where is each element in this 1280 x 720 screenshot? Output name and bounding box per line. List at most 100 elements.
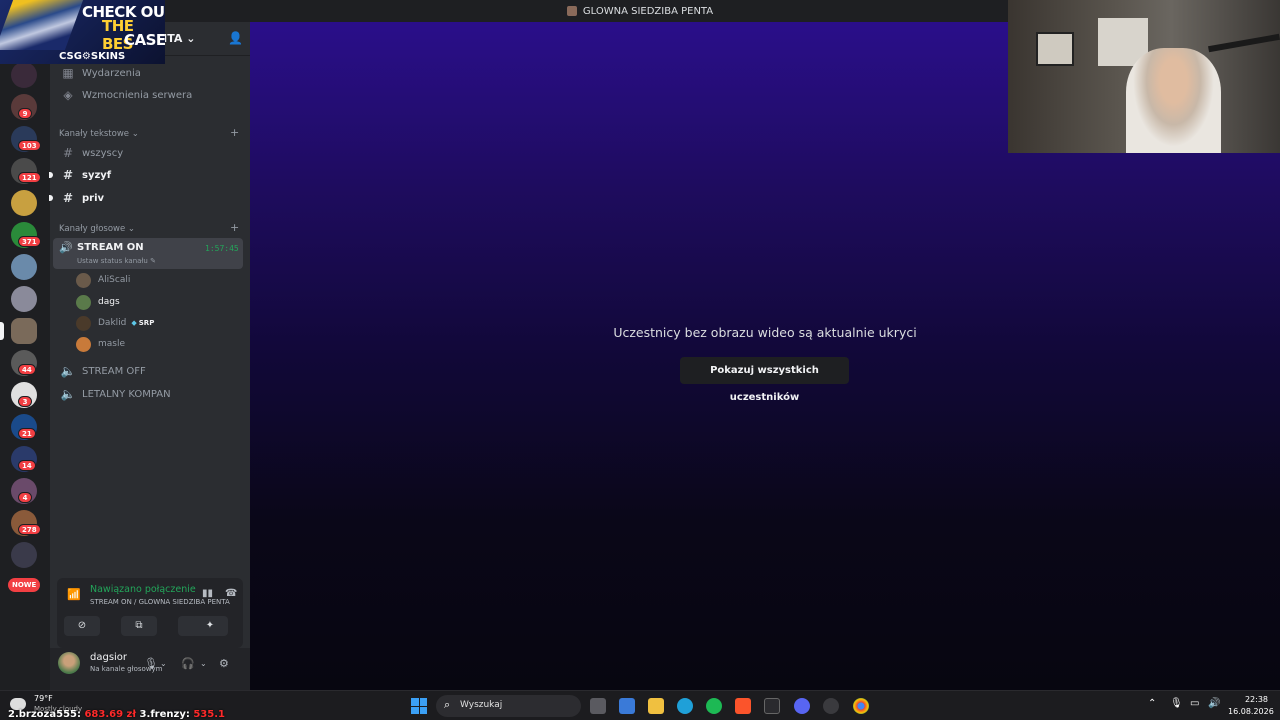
camera-off-button[interactable]: ⊘ (64, 616, 100, 636)
server-icon[interactable] (11, 254, 37, 280)
selected-server-pill (0, 322, 4, 340)
connection-status: Nawiązano połączenie (90, 584, 196, 595)
search-icon: ⌕ (444, 698, 451, 711)
add-voice-channel-button[interactable]: + (230, 221, 239, 234)
role-tag: ◆ SRP (131, 319, 155, 327)
streamer (1126, 48, 1221, 153)
voice-channels-category[interactable]: Kanały głosowe ⌄ (59, 224, 135, 234)
soundboard-button[interactable]: ✦ (192, 616, 228, 636)
volume-icon[interactable]: 🔊 (1208, 698, 1220, 709)
user-avatar[interactable] (58, 652, 80, 674)
voice-member[interactable]: masle (76, 334, 125, 354)
set-channel-status[interactable]: Ustaw status kanału ✎ (77, 257, 156, 265)
knife-graphic (0, 0, 84, 50)
channel-syzyf[interactable]: # syzyf (49, 164, 244, 186)
channel-priv[interactable]: # priv (49, 187, 244, 209)
screen-share-button[interactable]: ⧉ (121, 616, 157, 636)
text-channels-category[interactable]: Kanały tekstowe ⌄ (59, 129, 139, 139)
edge-icon[interactable] (677, 698, 693, 714)
hash-icon: # (62, 146, 74, 160)
headphones-icon[interactable]: 🎧 (181, 657, 195, 670)
avatar (76, 294, 91, 310)
channel-label: syzyf (82, 169, 112, 181)
mention-badge: 21 (18, 428, 36, 439)
avatar (76, 336, 91, 352)
chrome-icon[interactable] (853, 698, 869, 714)
mention-badge: 278 (18, 524, 41, 535)
member-name: masle (98, 339, 126, 349)
voice-member[interactable]: dags (76, 292, 120, 312)
user-panel: dagsior Na kanale głosowym 🎙 ⌄ 🎧 ⌄ ⚙ (50, 648, 250, 690)
server-mini-icon (566, 6, 577, 16)
speaker-icon: 🔈 (60, 364, 76, 378)
voice-channel-label: STREAM ON (77, 242, 144, 253)
microphone-icon[interactable]: 🎙 (1170, 698, 1183, 709)
voice-timer: 1:57:45 (205, 244, 239, 253)
mention-badge: 44 (18, 364, 36, 375)
server-icon[interactable] (11, 542, 37, 568)
windows-start-icon[interactable] (411, 698, 427, 714)
events-item[interactable]: ▦ Wydarzenia (54, 62, 244, 84)
taskbar: 79°F Mostly cloudy 2.brzoza555: 683.69 z… (0, 690, 1280, 720)
member-name: AliScali (98, 275, 131, 285)
brave-icon[interactable] (735, 698, 751, 714)
voice-channel-stream-on[interactable]: 🔊 STREAM ON Ustaw status kanału ✎ 1:57:4… (53, 238, 243, 269)
discord-icon[interactable] (794, 698, 810, 714)
channel-label: wszyscy (82, 147, 124, 159)
channel-wszyscy[interactable]: # wszyscy (54, 142, 244, 164)
connection-location[interactable]: STREAM ON / GLOWNA SIEDZIBA PENTA (90, 598, 230, 606)
voice-channel-letalny-kompan[interactable]: 🔈 LETALNY KOMPAN (54, 383, 244, 405)
show-all-participants-button[interactable]: Pokazuj wszystkich uczestników (680, 357, 849, 403)
system-clock[interactable]: 22:38 16.08.2026 (1228, 694, 1274, 718)
channel-label: priv (82, 192, 105, 204)
spotify-icon[interactable] (706, 698, 722, 714)
noise-suppression-icon[interactable]: ▮▮ (202, 588, 213, 599)
server-boosts-item[interactable]: ◈ Wzmocnienia serwera (54, 84, 244, 106)
xbox-icon[interactable] (764, 698, 780, 714)
server-icon[interactable] (11, 190, 37, 216)
add-text-channel-button[interactable]: + (230, 126, 239, 139)
signal-icon[interactable]: 📶 (67, 588, 81, 601)
chevron-down-icon[interactable]: ⌄ (160, 659, 167, 668)
mention-badge: 3 (18, 396, 32, 407)
disconnect-icon[interactable]: ☎ (225, 588, 237, 599)
channel-sidebar: NTA ⌄ 👤 CHECK OU THE BES CASE CSG⚙SKINS … (0, 0, 250, 690)
speaker-icon: 🔈 (60, 387, 76, 401)
clock-time: 22:38 (1244, 695, 1268, 704)
server-icon[interactable] (11, 286, 37, 312)
voice-connection-panel: 📶 Nawiązano połączenie STREAM ON / GLOWN… (57, 578, 243, 648)
speaker-icon: 🔊 (59, 241, 73, 254)
gear-icon[interactable]: ⚙ (219, 657, 229, 670)
voice-channel-label: STREAM OFF (82, 365, 146, 377)
calendar-icon: ▦ (62, 66, 74, 80)
server-icon[interactable] (11, 62, 37, 88)
hash-icon: # (62, 191, 74, 205)
mention-badge: 4 (18, 492, 32, 503)
clock-date: 16.08.2026 (1228, 707, 1274, 716)
search-placeholder: Wyszukaj (460, 700, 503, 710)
store-icon[interactable] (619, 698, 635, 714)
server-icon-active[interactable] (11, 318, 37, 344)
app-icon[interactable] (823, 698, 839, 714)
taskbar-search[interactable]: ⌕ Wyszukaj (436, 695, 581, 717)
webcam-overlay (1008, 0, 1280, 153)
mention-badge: 371 (18, 236, 41, 247)
voice-member[interactable]: Daklid ◆ SRP (76, 313, 154, 333)
file-explorer-icon[interactable] (648, 698, 664, 714)
chevron-down-icon[interactable]: ⌄ (200, 659, 207, 668)
member-name: dags (98, 297, 120, 307)
unread-indicator (49, 172, 53, 178)
weather-temp: 79°F (34, 694, 53, 703)
hash-icon: # (62, 168, 74, 182)
task-view-icon[interactable] (590, 698, 606, 714)
voice-channel-stream-off[interactable]: 🔈 STREAM OFF (54, 360, 244, 382)
promo-line-3: CASE (124, 31, 165, 49)
voice-member[interactable]: AliScali (76, 270, 130, 290)
chevron-up-icon[interactable]: ⌃ (1148, 698, 1156, 709)
events-label: Wydarzenia (82, 67, 141, 79)
network-icon[interactable]: ▭ (1190, 698, 1199, 709)
microphone-icon[interactable]: 🎙 (144, 657, 158, 670)
invite-user-icon[interactable]: 👤 (228, 31, 243, 45)
window-title: GLOWNA SIEDZIBA PENTA (582, 5, 714, 17)
username[interactable]: dagsior (90, 652, 127, 663)
